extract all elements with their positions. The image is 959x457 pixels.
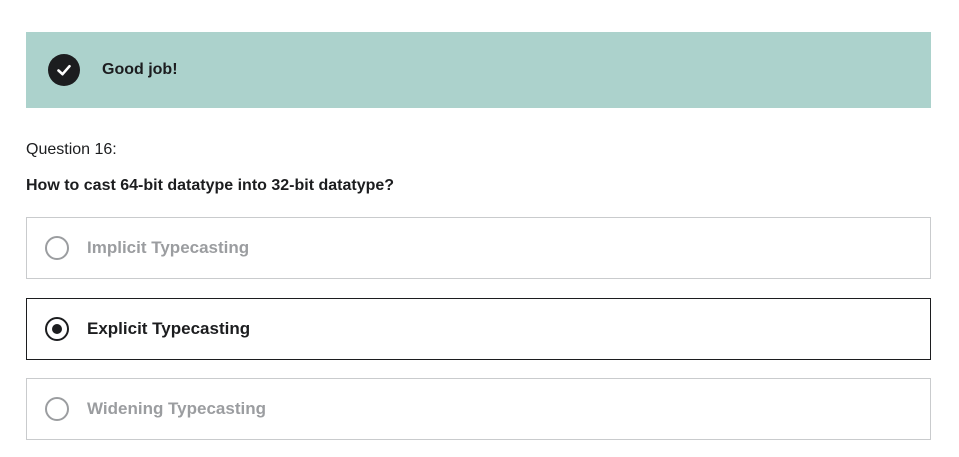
answer-option-label: Implicit Typecasting <box>87 238 250 257</box>
answer-option-widening[interactable]: Widening Typecasting <box>26 378 931 440</box>
quiz-page: Good job! Question 16: How to cast 64-bi… <box>0 0 959 457</box>
question-text: How to cast 64-bit datatype into 32-bit … <box>26 177 395 194</box>
radio-selected-dot <box>52 324 62 334</box>
radio-button[interactable] <box>45 236 69 260</box>
radio-button[interactable] <box>45 397 69 421</box>
answer-option-explicit[interactable]: Explicit Typecasting <box>26 298 931 360</box>
question-number: Question 16: <box>26 141 117 158</box>
success-banner: Good job! <box>26 32 931 108</box>
answer-option-label: Widening Typecasting <box>87 399 266 418</box>
answer-option-implicit[interactable]: Implicit Typecasting <box>26 217 931 279</box>
radio-button-selected[interactable] <box>45 317 69 341</box>
banner-message: Good job! <box>102 61 178 78</box>
check-circle-icon <box>48 54 80 86</box>
checkmark-icon <box>57 64 71 76</box>
answer-option-label: Explicit Typecasting <box>87 319 251 338</box>
